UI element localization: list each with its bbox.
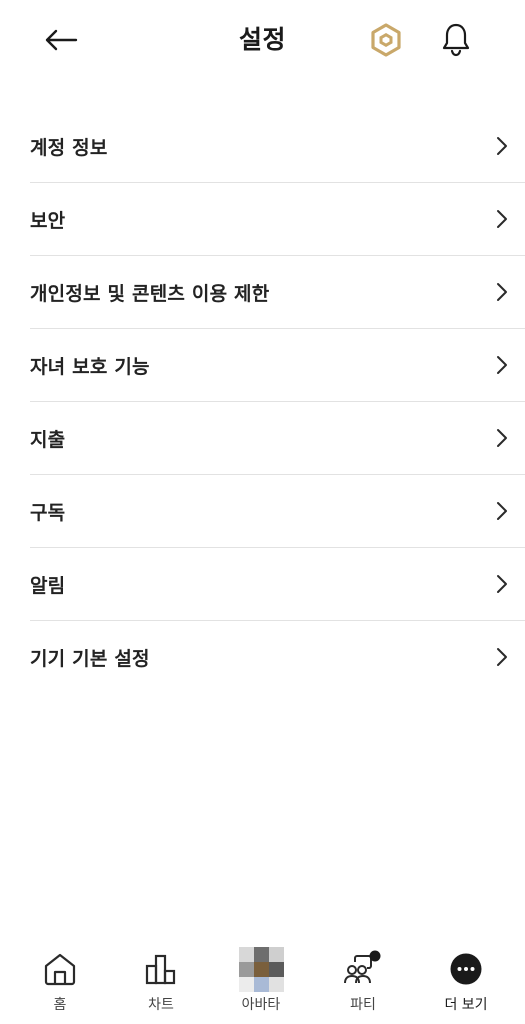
- menu-item-privacy-content[interactable]: 개인정보 및 콘텐츠 이용 제한: [30, 256, 525, 329]
- settings-menu: 계정 정보 보안 개인정보 및 콘텐츠 이용 제한 자녀 보호 기능 지출 구독…: [30, 110, 525, 693]
- chevron-right-icon: [497, 502, 507, 520]
- party-notification-dot: [369, 950, 381, 962]
- nav-item-home[interactable]: 홈: [10, 924, 110, 1024]
- nav-label: 파티: [350, 997, 376, 1013]
- nav-label: 홈: [53, 997, 67, 1013]
- nav-label: 아바타: [241, 997, 281, 1013]
- avatar-icon: [236, 944, 286, 994]
- notifications-button[interactable]: [436, 19, 476, 61]
- menu-item-label: 알림: [30, 574, 66, 597]
- chart-icon: [136, 944, 186, 994]
- chevron-right-icon: [497, 429, 507, 447]
- chevron-right-icon: [497, 575, 507, 593]
- bell-icon: [442, 23, 470, 57]
- menu-item-label: 자녀 보호 기능: [30, 355, 150, 378]
- home-icon: [35, 944, 85, 994]
- party-icon: [338, 944, 388, 994]
- chevron-right-icon: [497, 210, 507, 228]
- menu-item-spending[interactable]: 지출: [30, 402, 525, 475]
- nav-item-more[interactable]: 더 보기: [416, 924, 516, 1024]
- menu-item-label: 기기 기본 설정: [30, 647, 150, 670]
- chevron-right-icon: [497, 283, 507, 301]
- menu-item-label: 보안: [30, 209, 66, 232]
- menu-item-subscription[interactable]: 구독: [30, 475, 525, 548]
- menu-item-account-info[interactable]: 계정 정보: [30, 110, 525, 183]
- menu-item-notifications[interactable]: 알림: [30, 548, 525, 621]
- menu-item-device-preferences[interactable]: 기기 기본 설정: [30, 621, 525, 693]
- avatar-thumbnail: [238, 946, 284, 992]
- chevron-right-icon: [497, 137, 507, 155]
- nav-label: 더 보기: [444, 997, 488, 1013]
- menu-item-label: 계정 정보: [30, 136, 108, 159]
- nav-item-charts[interactable]: 차트: [111, 924, 211, 1024]
- menu-item-label: 구독: [30, 501, 66, 524]
- menu-item-security[interactable]: 보안: [30, 183, 525, 256]
- chevron-right-icon: [497, 356, 507, 374]
- robux-icon: [371, 23, 401, 57]
- robux-button[interactable]: [367, 20, 405, 60]
- menu-item-parental-controls[interactable]: 자녀 보호 기능: [30, 329, 525, 402]
- bottom-nav: 홈 차트 아바타 파티 더 보기: [0, 924, 525, 1024]
- menu-item-label: 지출: [30, 428, 66, 451]
- header: 설정: [0, 0, 525, 82]
- nav-item-avatar[interactable]: 아바타: [211, 924, 311, 1024]
- nav-item-party[interactable]: 파티: [313, 924, 413, 1024]
- chevron-right-icon: [497, 648, 507, 666]
- menu-item-label: 개인정보 및 콘텐츠 이용 제한: [30, 282, 270, 305]
- more-icon: [441, 944, 491, 994]
- nav-label: 차트: [148, 997, 174, 1013]
